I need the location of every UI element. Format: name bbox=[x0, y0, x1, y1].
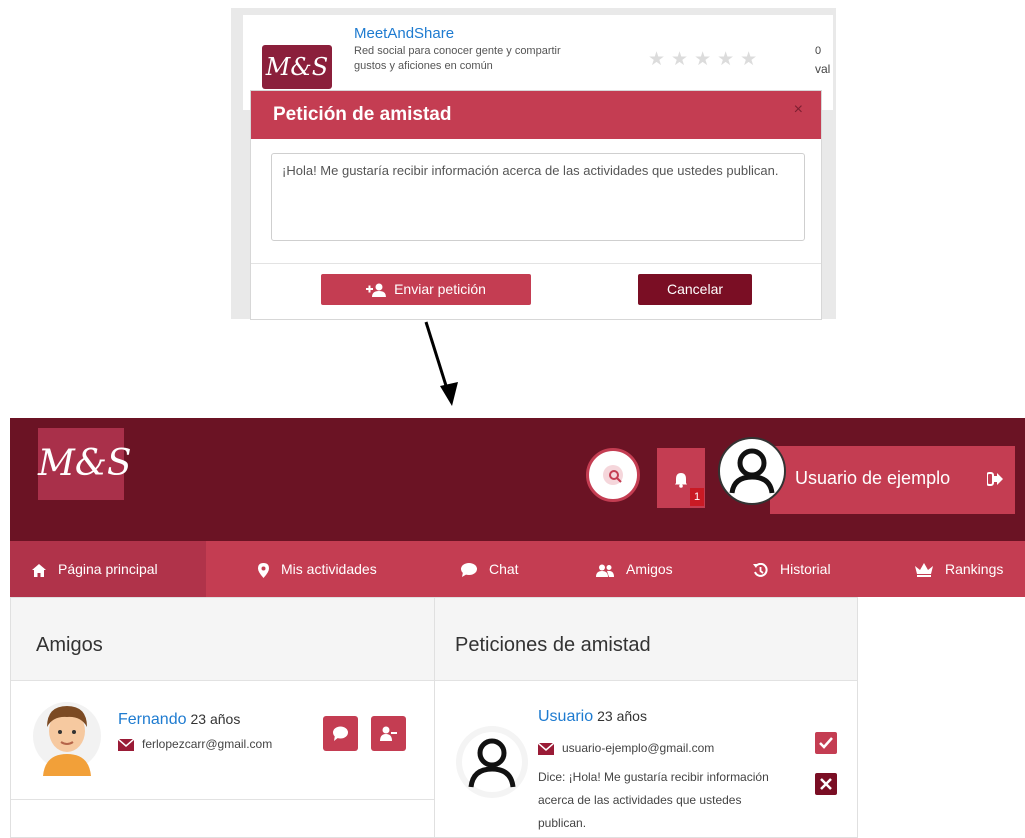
rating-stars[interactable]: ★★★★★ bbox=[648, 48, 763, 71]
reject-request-button[interactable] bbox=[815, 773, 837, 795]
friend-name-link[interactable]: Fernando bbox=[118, 711, 187, 728]
requests-panel-header: Peticiones de amistad bbox=[435, 598, 857, 681]
menu-item-label: Rankings bbox=[945, 561, 1004, 577]
search-icon bbox=[609, 470, 622, 483]
search-button[interactable] bbox=[586, 448, 640, 502]
menu-item-label: Página principal bbox=[58, 561, 158, 577]
menu-item-chat[interactable]: Chat bbox=[461, 541, 519, 597]
crown-icon bbox=[915, 563, 933, 578]
request-message-line: acerca de las actividades que ustedes bbox=[538, 793, 742, 807]
menu-item-home[interactable]: Página principal bbox=[10, 541, 206, 597]
requester-avatar[interactable] bbox=[455, 725, 529, 799]
rating-count: 0 bbox=[815, 45, 822, 57]
friend-age: 23 años bbox=[190, 711, 241, 727]
cancel-button[interactable]: Cancelar bbox=[638, 274, 752, 305]
friend-avatar[interactable] bbox=[31, 694, 103, 776]
modal-title: Petición de amistad bbox=[273, 104, 452, 125]
close-icon bbox=[820, 778, 832, 790]
requester-age: 23 años bbox=[597, 708, 647, 724]
friends-panel-title: Amigos bbox=[36, 634, 103, 656]
menu-item-label: Amigos bbox=[626, 561, 673, 577]
user-name: Usuario de ejemplo bbox=[795, 468, 951, 488]
friend-request-modal: Petición de amistad × ¡Hola! Me gustaría… bbox=[250, 90, 822, 320]
request-message-line: Dice: ¡Hola! Me gustaría recibir informa… bbox=[538, 770, 769, 784]
message-textarea[interactable]: ¡Hola! Me gustaría recibir información a… bbox=[271, 153, 805, 241]
requester-name-link[interactable]: Usuario bbox=[538, 708, 593, 725]
bell-icon bbox=[675, 473, 687, 488]
friends-panel-header: Amigos bbox=[11, 598, 435, 681]
app-logo: M&S bbox=[262, 45, 332, 89]
list-item: Fernando 23 años ferlopezcarr@gmail.com bbox=[11, 681, 435, 800]
send-request-button[interactable]: Enviar petición bbox=[321, 274, 531, 305]
notification-badge: 1 bbox=[690, 488, 704, 506]
menu-item-friends[interactable]: Amigos bbox=[596, 541, 673, 597]
map-marker-icon bbox=[258, 562, 269, 578]
request-message: Dice: ¡Hola! Me gustaría recibir informa… bbox=[538, 766, 808, 835]
menu-item-my-activities[interactable]: Mis actividades bbox=[258, 541, 377, 597]
brand-logo[interactable]: M&S bbox=[38, 428, 132, 500]
menu-item-rankings[interactable]: Rankings bbox=[915, 541, 1003, 597]
friends-panel: Amigos Fernando 23 años ferlopezcarr@gmai… bbox=[10, 597, 436, 838]
check-icon bbox=[819, 737, 833, 749]
user-icon bbox=[722, 441, 782, 501]
accept-request-button[interactable] bbox=[815, 732, 837, 754]
user-minus-icon bbox=[380, 726, 397, 741]
history-icon bbox=[753, 562, 768, 577]
friend-email: ferlopezcarr@gmail.com bbox=[142, 737, 273, 751]
modal-header: Petición de amistad × bbox=[251, 91, 821, 139]
chat-bubble-icon bbox=[461, 563, 477, 578]
envelope-icon bbox=[118, 738, 134, 751]
friend-heading: Fernando 23 años bbox=[118, 711, 240, 729]
menu-item-history[interactable]: Historial bbox=[753, 541, 831, 597]
logout-icon[interactable] bbox=[987, 472, 1003, 486]
menu-item-label: Chat bbox=[489, 561, 519, 577]
requester-email: usuario-ejemplo@gmail.com bbox=[562, 741, 715, 755]
chat-button[interactable] bbox=[323, 716, 358, 751]
requests-panel-title: Peticiones de amistad bbox=[455, 634, 651, 656]
add-user-icon bbox=[366, 283, 387, 298]
friend-requests-panel: Peticiones de amistad Usuario 23 años usu… bbox=[434, 597, 858, 838]
users-icon bbox=[596, 564, 614, 577]
rating-unit: val bbox=[815, 62, 831, 76]
requester-heading: Usuario 23 años bbox=[538, 708, 647, 726]
send-request-label: Enviar petición bbox=[394, 281, 486, 297]
modal-close-button[interactable]: × bbox=[794, 101, 803, 119]
home-icon bbox=[32, 563, 46, 577]
app-name-link[interactable]: MeetAndShare bbox=[354, 25, 454, 42]
app-description: Red social para conocer gente y comparti… bbox=[354, 45, 561, 72]
down-arrow-icon bbox=[424, 321, 458, 406]
envelope-icon bbox=[538, 742, 554, 755]
requester-email-row: usuario-ejemplo@gmail.com bbox=[538, 741, 714, 755]
remove-friend-button[interactable] bbox=[371, 716, 406, 751]
friend-email-row: ferlopezcarr@gmail.com bbox=[118, 737, 272, 751]
modal-divider bbox=[251, 263, 821, 264]
menu-item-label: Historial bbox=[780, 561, 831, 577]
menu-item-label: Mis actividades bbox=[281, 561, 377, 577]
chat-bubble-icon bbox=[333, 726, 348, 741]
user-avatar[interactable] bbox=[718, 437, 786, 505]
request-message-line: publican. bbox=[538, 816, 587, 830]
